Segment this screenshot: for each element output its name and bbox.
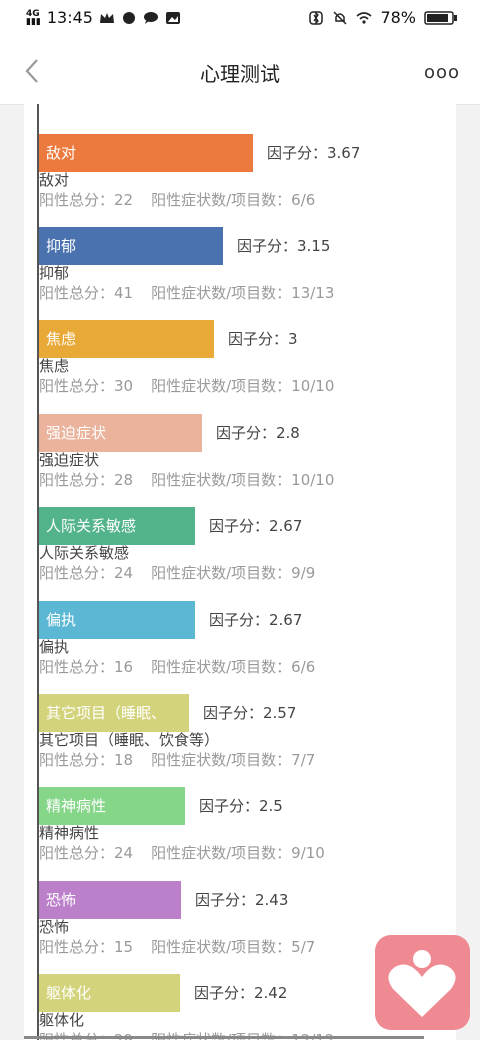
positive-count: 阳性症状数/项目数：9/10	[151, 844, 325, 862]
factor-stats: 阳性总分：24 阳性症状数/项目数：9/10	[39, 842, 325, 863]
positive-total: 阳性总分：24	[39, 564, 134, 582]
factor-name: 抑郁	[39, 264, 70, 282]
factor-chart-card: 敌对 因子分：3.67 敌对 阳性总分：22 阳性症状数/项目数：6/6 抑郁 因子分：3.…	[24, 104, 456, 1040]
factor-score: 因子分：3.67	[267, 144, 361, 162]
image-icon	[165, 11, 180, 24]
factor-row: 偏执 因子分：2.67 偏执 阳性总分：16 阳性症状数/项目数：6/6	[39, 601, 449, 687]
factor-bar: 精神病性	[39, 787, 185, 825]
page-title: 心理测试	[200, 62, 280, 86]
positive-count: 阳性症状数/项目数：6/6	[151, 191, 316, 209]
factor-score: 因子分：2.43	[195, 891, 289, 909]
factor-bar: 抑郁	[39, 227, 223, 265]
battery-icon	[424, 10, 457, 25]
positive-total: 阳性总分：22	[39, 191, 134, 209]
wifi-icon	[356, 11, 372, 24]
factor-name: 躯体化	[39, 1011, 85, 1029]
factor-score: 因子分：3.15	[237, 237, 331, 255]
positive-count: 阳性症状数/项目数：7/7	[151, 751, 316, 769]
heart-float-button[interactable]	[375, 935, 470, 1030]
factor-name: 敌对	[39, 171, 70, 189]
positive-count: 阳性症状数/项目数：6/6	[151, 658, 316, 676]
factor-score: 因子分：2.67	[209, 611, 303, 629]
factor-row: 敌对 因子分：3.67 敌对 阳性总分：22 阳性症状数/项目数：6/6	[39, 134, 449, 220]
factor-bar: 躯体化	[39, 974, 180, 1012]
factor-row: 人际关系敏感 因子分：2.67 人际关系敏感 阳性总分：24 阳性症状数/项目数：9/9	[39, 507, 449, 593]
factor-score: 因子分：2.5	[199, 797, 283, 815]
positive-count: 阳性症状数/项目数：13/13	[151, 284, 335, 302]
factor-stats: 阳性总分：16 阳性症状数/项目数：6/6	[39, 656, 315, 677]
time: 13:45	[46, 8, 93, 27]
battery-percent: 78%	[380, 8, 416, 27]
positive-total: 阳性总分：16	[39, 658, 134, 676]
factor-row: 强迫症状 因子分：2.8 强迫症状 阳性总分：28 阳性症状数/项目数：10/10	[39, 414, 449, 500]
factor-score: 因子分：3	[228, 330, 298, 348]
factor-name: 其它项目（睡眠、饮食等）	[39, 731, 220, 749]
mute-bell-icon	[333, 10, 347, 25]
more-menu-icon[interactable]: ooo	[424, 62, 460, 83]
factor-name: 强迫症状	[39, 451, 100, 469]
factor-stats: 阳性总分：18 阳性症状数/项目数：7/7	[39, 749, 315, 770]
factor-name: 人际关系敏感	[39, 544, 130, 562]
factor-score: 因子分：2.67	[209, 517, 303, 535]
factor-name: 焦虑	[39, 357, 70, 375]
positive-count: 阳性症状数/项目数：10/10	[151, 377, 335, 395]
positive-total: 阳性总分：41	[39, 284, 134, 302]
factor-row: 精神病性 因子分：2.5 精神病性 阳性总分：24 阳性症状数/项目数：9/10	[39, 787, 449, 873]
signal-icon: 4G ▮▮▮	[26, 8, 41, 27]
factor-bar: 焦虑	[39, 320, 214, 358]
factor-row: 焦虑 因子分：3 焦虑 阳性总分：30 阳性症状数/项目数：10/10	[39, 320, 449, 406]
heart-person-icon	[388, 950, 456, 1017]
scroll-indicator	[24, 1036, 424, 1039]
factor-stats: 阳性总分：30 阳性症状数/项目数：10/10	[39, 375, 334, 396]
positive-total: 阳性总分：24	[39, 844, 134, 862]
factor-name: 精神病性	[39, 824, 100, 842]
nav-bar: 心理测试 ooo	[0, 38, 480, 105]
factor-name: 偏执	[39, 638, 70, 656]
factor-bar: 强迫症状	[39, 414, 202, 452]
status-bar: 4G ▮▮▮ 13:45 78%	[0, 0, 480, 38]
positive-total: 阳性总分：28	[39, 471, 134, 489]
positive-count: 阳性症状数/项目数：5/7	[151, 938, 316, 956]
positive-count: 阳性症状数/项目数：10/10	[151, 471, 335, 489]
positive-total: 阳性总分：18	[39, 751, 134, 769]
crown-icon	[99, 12, 114, 23]
positive-total: 阳性总分：30	[39, 377, 134, 395]
factor-score: 因子分：2.57	[203, 704, 297, 722]
bluetooth-icon	[309, 10, 324, 25]
positive-count: 阳性症状数/项目数：9/9	[151, 564, 316, 582]
factor-bar: 其它项目（睡眠、	[39, 694, 189, 732]
factor-bar: 人际关系敏感	[39, 507, 195, 545]
factor-row: 抑郁 因子分：3.15 抑郁 阳性总分：41 阳性症状数/项目数：13/13	[39, 227, 449, 313]
factor-row: 其它项目（睡眠、 因子分：2.57 其它项目（睡眠、饮食等） 阳性总分：18 阳性症状数…	[39, 694, 449, 780]
positive-total: 阳性总分：15	[39, 938, 134, 956]
chat-icon	[143, 11, 158, 24]
factor-stats: 阳性总分：41 阳性症状数/项目数：13/13	[39, 282, 334, 303]
factor-bar: 恐怖	[39, 881, 181, 919]
factor-stats: 阳性总分：24 阳性症状数/项目数：9/9	[39, 562, 315, 583]
factor-stats: 阳性总分：22 阳性症状数/项目数：6/6	[39, 189, 315, 210]
globe-icon	[122, 11, 135, 24]
factor-stats: 阳性总分：28 阳性症状数/项目数：10/10	[39, 469, 334, 490]
factor-bar: 敌对	[39, 134, 253, 172]
factor-stats: 阳性总分：15 阳性症状数/项目数：5/7	[39, 936, 315, 957]
factor-name: 恐怖	[39, 918, 70, 936]
factor-bar: 偏执	[39, 601, 195, 639]
factor-score: 因子分：2.42	[194, 984, 288, 1002]
factor-score: 因子分：2.8	[216, 424, 300, 442]
